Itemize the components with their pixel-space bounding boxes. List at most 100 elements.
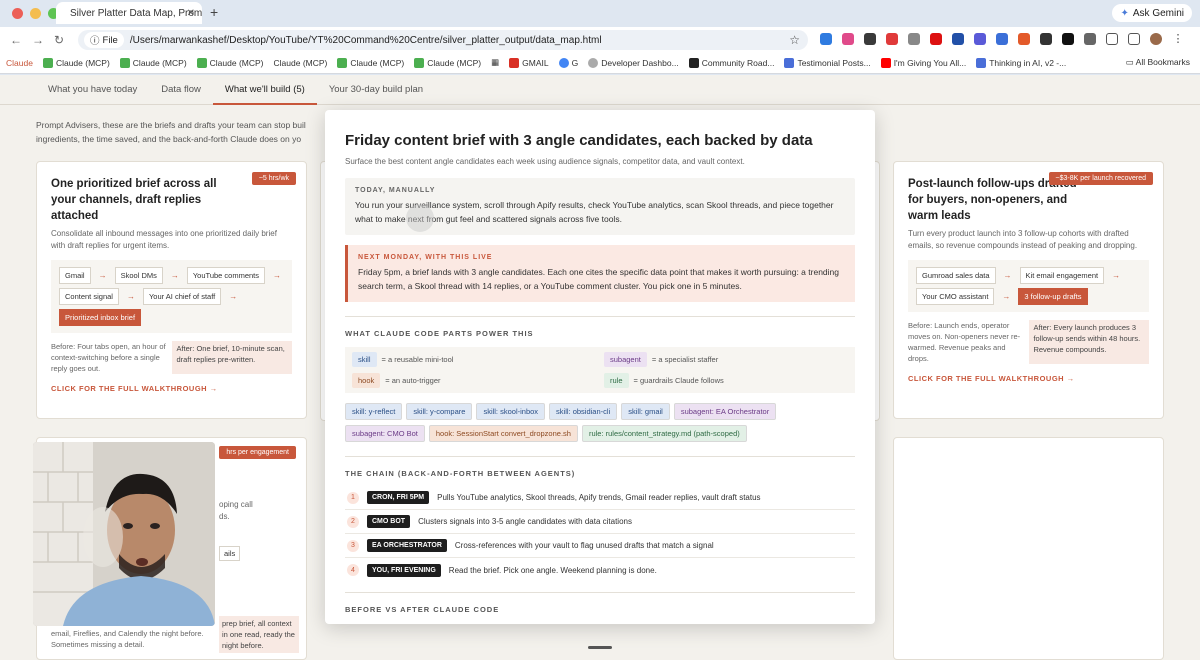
- bookmark-star-icon[interactable]: ☆: [789, 33, 800, 47]
- bookmark-item[interactable]: Community Road...: [688, 57, 774, 68]
- extension-icon[interactable]: [1018, 33, 1030, 45]
- page-nav-tabs: What you have today Data flow What we'll…: [0, 75, 1200, 105]
- extensions-puzzle-icon[interactable]: [1084, 33, 1096, 45]
- menu-kebab-icon[interactable]: ⋮: [1172, 33, 1184, 45]
- part-tag: skill: y-reflect: [345, 403, 403, 420]
- site-info-chip[interactable]: ⓘ File: [84, 32, 124, 48]
- forward-icon[interactable]: →: [32, 33, 44, 47]
- bookmark-item[interactable]: Developer Dashbo...: [588, 57, 679, 68]
- bookmark-label: I'm Giving You All...: [893, 57, 967, 68]
- bookmark-item[interactable]: Claude (MCP): [196, 57, 264, 68]
- bookmark-label: Claude (MCP): [209, 57, 264, 68]
- extension-icon[interactable]: [930, 33, 942, 45]
- part-tag: rule: rules/content_strategy.md (path-sc…: [581, 425, 747, 442]
- after-text: After: Every launch produces 3 follow-up…: [1029, 320, 1149, 364]
- bookmark-item[interactable]: Claude (MCP): [337, 57, 404, 68]
- bookmark-item[interactable]: Claude: [6, 58, 33, 68]
- bookmark-item[interactable]: Claude (MCP): [274, 58, 328, 68]
- next-monday-box: NEXT MONDAY, WITH THIS LIVE Friday 5pm, …: [345, 245, 855, 302]
- reload-icon[interactable]: ↻: [54, 33, 64, 47]
- build-card-inbox-brief[interactable]: ~5 hrs/wk One prioritized brief across a…: [36, 161, 307, 419]
- bookmark-item[interactable]: Claude (MCP): [414, 57, 482, 68]
- source-chip: Gmail: [59, 267, 91, 284]
- part-tag: skill: obsidian-cli: [549, 403, 618, 420]
- bookmark-item[interactable]: Claude (MCP): [42, 57, 110, 68]
- ask-gemini-label: Ask Gemini: [1132, 7, 1184, 19]
- bookmark-item[interactable]: Claude (MCP): [119, 57, 187, 68]
- webcam-overlay: [33, 442, 215, 626]
- browser-tab-active[interactable]: Silver Platter Data Map, Prom ✕: [56, 2, 202, 24]
- walkthrough-link[interactable]: CLICK FOR THE FULL WALKTHROUGH →: [908, 374, 1149, 383]
- parts-legend: skill = a reusable mini-tool subagent = a …: [345, 347, 855, 393]
- next-monday-label: NEXT MONDAY, WITH THIS LIVE: [358, 254, 493, 261]
- resize-handle[interactable]: [588, 646, 612, 649]
- before-after: Before: Launch ends, operator moves on. …: [908, 320, 1149, 364]
- bookmark-item[interactable]: I'm Giving You All...: [880, 57, 967, 68]
- file-chip-label: File: [102, 34, 118, 46]
- bookmark-item[interactable]: G: [558, 57, 578, 68]
- profile-avatar[interactable]: [1150, 33, 1162, 45]
- bookmark-label: Claude (MCP): [427, 57, 482, 68]
- step-number: 2: [347, 515, 359, 528]
- checkmark-icon: [414, 57, 425, 68]
- all-bookmarks[interactable]: ▭ All Bookmarks: [1126, 57, 1190, 68]
- ask-gemini-button[interactable]: ✦ Ask Gemini: [1112, 4, 1192, 22]
- build-card-hidden[interactable]: [893, 437, 1164, 660]
- arrow-icon: →: [1112, 271, 1121, 280]
- tab-30-day-plan[interactable]: Your 30-day build plan: [317, 75, 435, 105]
- minimize-window-icon[interactable]: [30, 8, 41, 19]
- extension-icon[interactable]: [908, 33, 920, 45]
- build-card-post-launch[interactable]: ~$3-8K per launch recovered Post-launch …: [893, 161, 1164, 419]
- output-chip: 3 follow-up drafts: [1018, 288, 1088, 305]
- bookmark-item[interactable]: Thinking in AI, v2 -...: [976, 57, 1066, 68]
- doc-icon: [784, 57, 795, 68]
- new-tab-icon[interactable]: +: [210, 4, 218, 20]
- chip-fragment: ails: [219, 546, 241, 561]
- legend-hook: hook = an auto-trigger: [352, 373, 604, 388]
- legend-text: = a specialist staffer: [651, 355, 719, 364]
- extension-icon[interactable]: [952, 33, 964, 45]
- output-chip: Prioritized inbox brief: [59, 309, 142, 326]
- close-window-icon[interactable]: [12, 8, 23, 19]
- modal-title: Friday content brief with 3 angle candid…: [345, 132, 813, 149]
- tab-search-icon[interactable]: [1106, 33, 1118, 45]
- checkmark-icon: [42, 57, 53, 68]
- close-tab-icon[interactable]: ✕: [187, 8, 195, 19]
- step-number: 4: [347, 564, 359, 576]
- card-title: One prioritized brief across all your ch…: [51, 178, 217, 222]
- chain-heading: THE CHAIN (BACK-AND-FORTH BETWEEN AGENTS…: [345, 469, 576, 478]
- source-chip: YouTube comments: [186, 267, 266, 284]
- card-description: Consolidate all inbound messages into on…: [51, 229, 277, 250]
- extension-icon[interactable]: [996, 33, 1008, 45]
- tab-data-flow[interactable]: Data flow: [149, 75, 213, 105]
- address-bar[interactable]: ⓘ File /Users/marwankashef/Desktop/YouTub…: [78, 30, 808, 50]
- extension-icon[interactable]: [886, 33, 898, 45]
- downloads-icon[interactable]: [1128, 33, 1140, 45]
- tab-title: Silver Platter Data Map, Prom: [70, 7, 202, 19]
- cursor-highlight: [406, 204, 434, 232]
- extension-icon[interactable]: [864, 33, 876, 45]
- extension-icon[interactable]: [1040, 33, 1052, 45]
- source-chips: Gumroad sales data → Kit email engagement…: [908, 260, 1149, 312]
- bookmark-item[interactable]: Testimonial Posts...: [784, 57, 871, 68]
- apps-grid-icon[interactable]: ▦: [491, 57, 499, 68]
- tab-what-well-build[interactable]: What we'll build (5): [212, 75, 317, 105]
- extension-icon[interactable]: [842, 33, 854, 45]
- extension-icon[interactable]: [974, 33, 986, 45]
- all-bookmarks-label: All Bookmarks: [1135, 57, 1190, 67]
- walkthrough-link[interactable]: CLICK FOR THE FULL WALKTHROUGH →: [51, 384, 292, 393]
- extension-icon[interactable]: [1062, 33, 1074, 45]
- hook-tag: hook: [352, 373, 381, 388]
- bookmark-label: Developer Dashbo...: [601, 57, 679, 68]
- google-icon: [558, 57, 569, 68]
- extension-icon[interactable]: [820, 33, 832, 45]
- source-chip: Kit email engagement: [1019, 267, 1105, 284]
- step-text: Clusters signals into 3-5 angle candidat…: [418, 517, 632, 526]
- tab-strip: Silver Platter Data Map, Prom ✕ + ✦ Ask …: [0, 0, 1200, 26]
- back-icon[interactable]: ←: [10, 33, 22, 47]
- bookmark-item[interactable]: GMAIL: [509, 57, 549, 68]
- tab-what-you-have-today[interactable]: What you have today: [36, 75, 149, 105]
- rule-tag: rule: [604, 373, 629, 388]
- bookmarks-bar: Claude Claude (MCP) Claude (MCP) Claude …: [0, 52, 1200, 74]
- part-tag: skill: y-compare: [406, 403, 473, 420]
